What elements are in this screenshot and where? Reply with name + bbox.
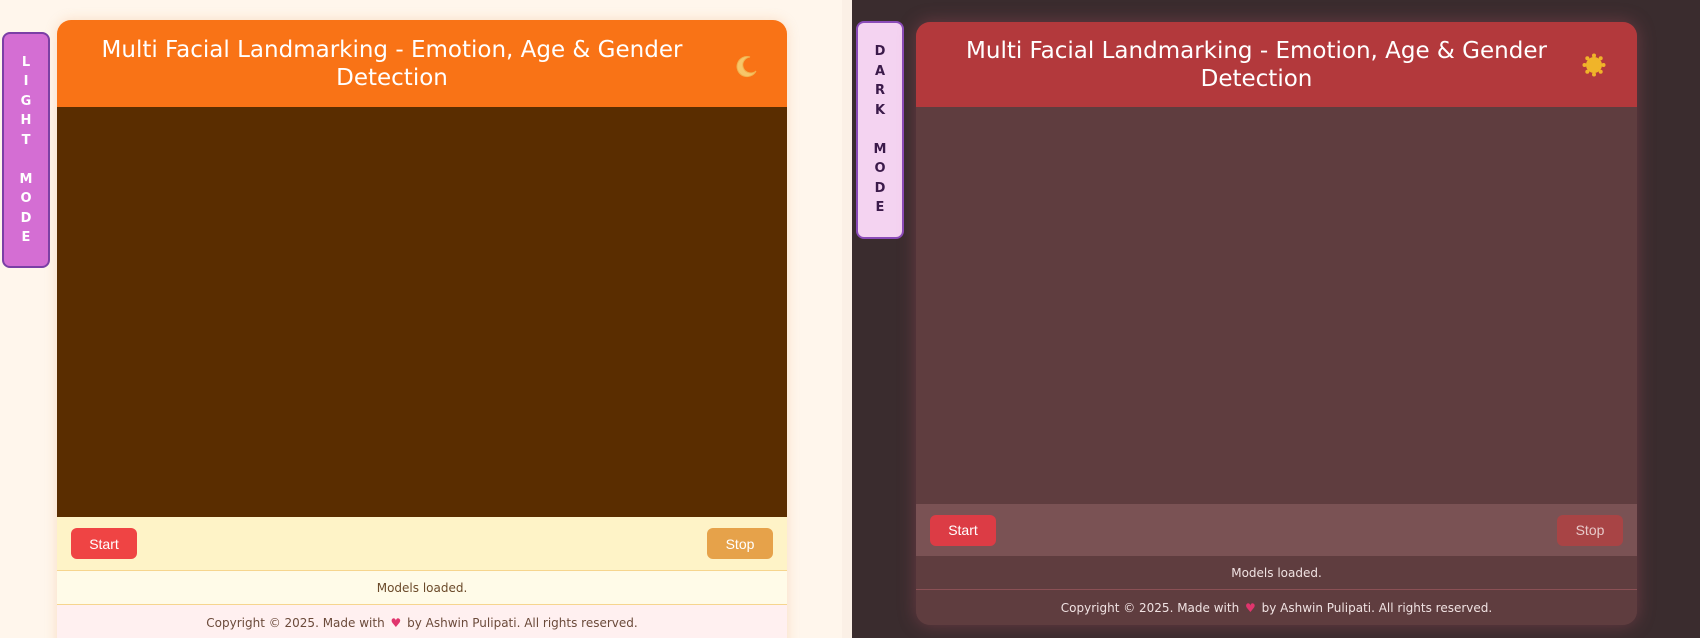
footer-text-after: by Ashwin Pulipati. All rights reserved. [407,616,638,630]
start-button[interactable]: Start [71,528,137,559]
footer: Copyright © 2025. Made with ♥ by Ashwin … [57,605,787,638]
controls-bar: Start Stop [57,517,787,570]
light-mode-tab[interactable]: L I G H T M O D E [2,32,50,268]
footer: Copyright © 2025. Made with ♥ by Ashwin … [916,590,1637,625]
light-mode-label: L I G H T M O D E [19,54,33,246]
app-card: Multi Facial Landmarking - Emotion, Age … [57,20,787,638]
page-title: Multi Facial Landmarking - Emotion, Age … [101,36,683,91]
footer-text-before: Copyright © 2025. Made with [206,616,385,630]
heart-icon: ♥ [1245,601,1256,615]
stop-button[interactable]: Stop [707,528,773,559]
page-title: Multi Facial Landmarking - Emotion, Age … [966,37,1547,92]
app-header: Multi Facial Landmarking - Emotion, Age … [57,20,787,107]
heart-icon: ♥ [390,616,402,630]
start-button[interactable]: Start [930,514,996,546]
app-header: Multi Facial Landmarking - Emotion, Age … [916,22,1637,107]
panel-divider [842,0,852,638]
dark-mode-tab[interactable]: D A R K M O D E [856,21,904,239]
moon-icon[interactable] [733,54,759,80]
dark-mode-label: D A R K M O D E [873,44,887,216]
video-feed [57,107,787,517]
footer-text-before: Copyright © 2025. Made with [1060,601,1240,615]
footer-text-after: by Ashwin Pulipati. All rights reserved. [1261,601,1493,615]
dark-mode-panel: D A R K M O D E Multi Facial Landmarking… [852,0,1700,638]
video-feed [916,107,1637,504]
sun-icon[interactable] [1581,52,1607,78]
light-mode-panel: L I G H T M O D E Multi Facial Landmarki… [0,0,852,638]
app-card: Multi Facial Landmarking - Emotion, Age … [916,22,1637,625]
stop-button[interactable]: Stop [1557,514,1623,546]
status-message: Models loaded. [57,570,787,605]
status-message: Models loaded. [916,556,1637,590]
controls-bar: Start Stop [916,504,1637,556]
